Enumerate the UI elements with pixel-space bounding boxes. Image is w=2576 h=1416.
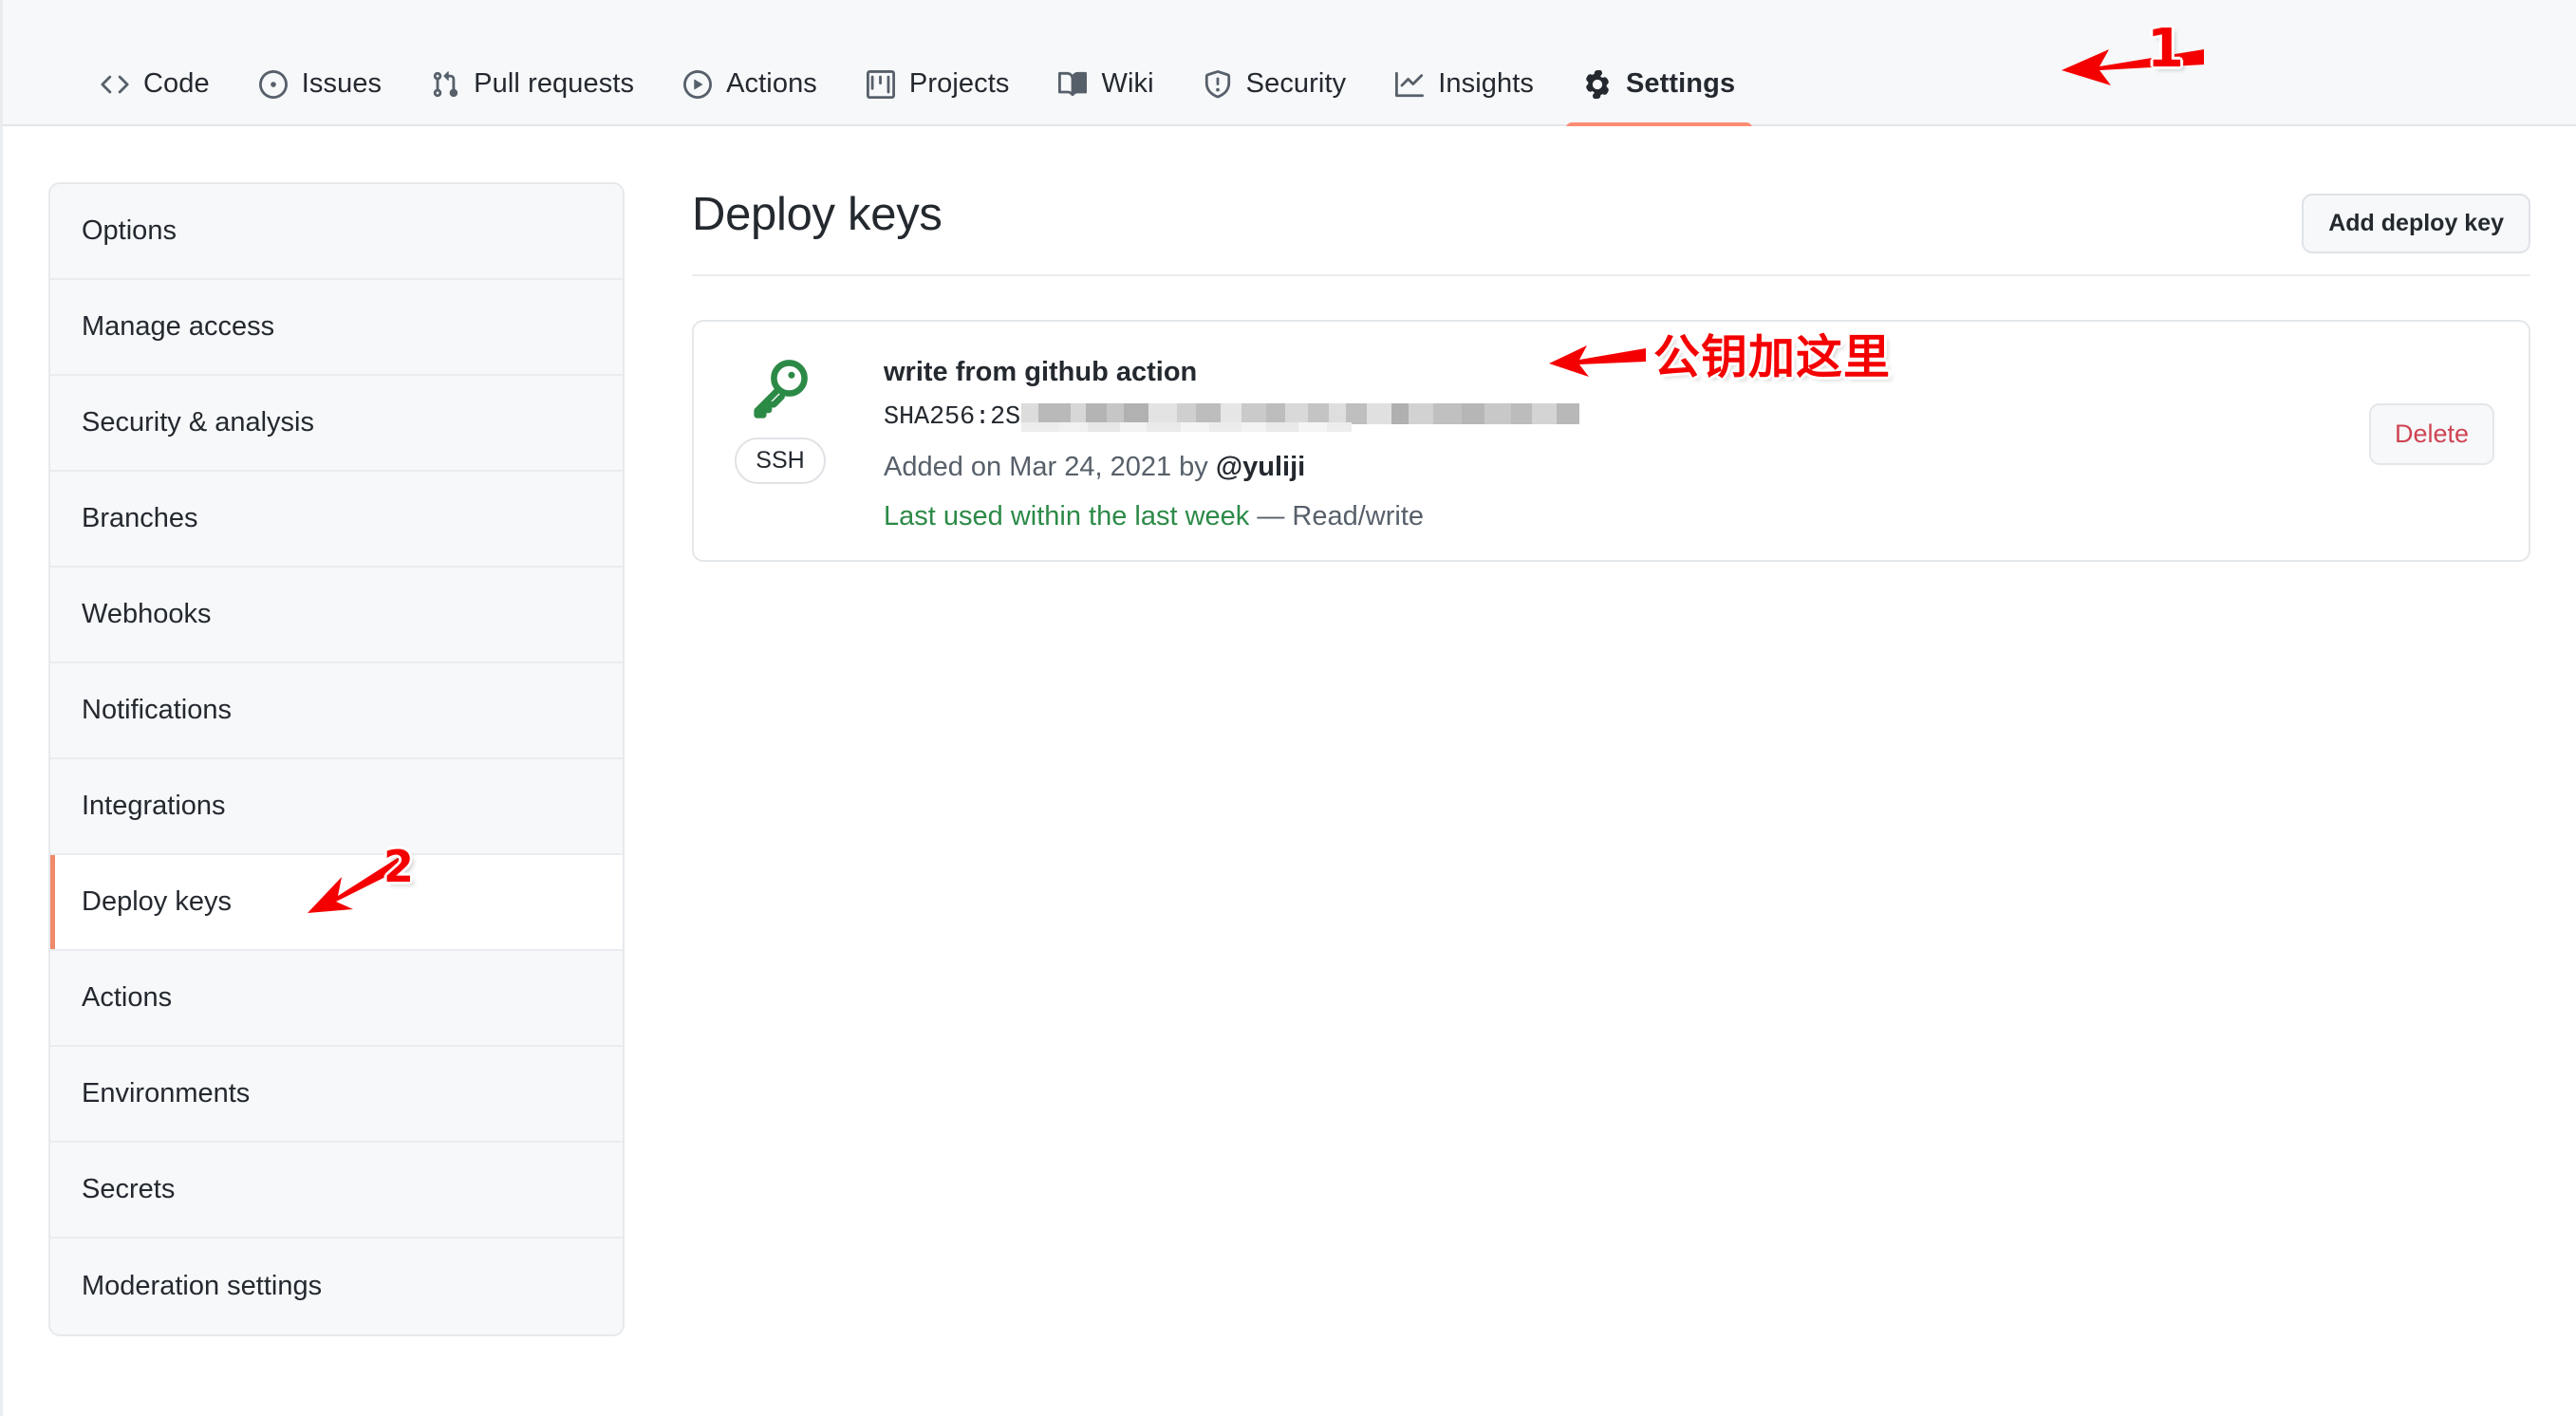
deploy-key-fingerprint-row: SHA256:2S xyxy=(884,400,2244,436)
deploy-key-added-by: @yuliji xyxy=(1215,452,1306,483)
gear-icon xyxy=(1583,69,1612,99)
nav-tab-actions[interactable]: Actions xyxy=(659,42,842,126)
deploy-key-fingerprint-redacted xyxy=(1021,403,1580,433)
annotation-number-1: 1 xyxy=(2147,18,2184,80)
delete-deploy-key-button[interactable]: Delete xyxy=(2368,403,2494,465)
settings-content-area: Options Manage access Security & analysi… xyxy=(3,126,2576,1416)
sidebar-item-webhooks[interactable]: Webhooks xyxy=(50,568,623,663)
issue-opened-icon xyxy=(258,69,288,99)
github-repository-settings-page: Code Issues Pull requests Actions Projec… xyxy=(0,0,2576,1416)
sidebar-item-environments[interactable]: Environments xyxy=(50,1047,623,1143)
book-icon xyxy=(1058,70,1088,99)
nav-tab-label: Issues xyxy=(301,68,383,99)
sidebar-item-label: Options xyxy=(82,215,177,246)
sidebar-item-integrations[interactable]: Integrations xyxy=(50,759,623,855)
nav-tab-projects[interactable]: Projects xyxy=(842,42,1035,126)
deploy-key-usage-meta: Last used within the last week — Read/wr… xyxy=(884,497,2244,536)
deploy-key-type-column: SSH xyxy=(728,356,832,484)
settings-sidebar: Options Manage access Security & analysi… xyxy=(48,182,625,1336)
deploy-key-permission: Read/write xyxy=(1292,500,1425,531)
sidebar-item-label: Security & analysis xyxy=(82,407,314,438)
sidebar-item-manage-access[interactable]: Manage access xyxy=(50,280,623,376)
annotation-arrow-public-key xyxy=(1545,335,1650,382)
nav-tab-insights[interactable]: Insights xyxy=(1371,42,1559,126)
sidebar-item-label: Environments xyxy=(82,1078,251,1109)
nav-tab-label: Security xyxy=(1245,68,1347,99)
page-title: Deploy keys xyxy=(692,189,943,240)
delete-deploy-key-wrapper: Delete xyxy=(2368,403,2494,465)
repository-nav-list: Code Issues Pull requests Actions Projec… xyxy=(76,0,1760,128)
nav-tab-label: Insights xyxy=(1438,68,1534,99)
nav-tab-wiki[interactable]: Wiki xyxy=(1034,42,1178,126)
sidebar-item-label: Actions xyxy=(82,982,173,1013)
add-deploy-key-button[interactable]: Add deploy key xyxy=(2302,194,2530,253)
sidebar-item-actions[interactable]: Actions xyxy=(50,951,623,1047)
deploy-keys-header: Deploy keys Add deploy key xyxy=(692,182,2530,276)
nav-tab-label: Projects xyxy=(908,68,1010,99)
project-board-icon xyxy=(866,69,895,99)
sidebar-item-label: Deploy keys xyxy=(82,886,232,917)
code-icon xyxy=(101,70,129,99)
git-pull-request-icon xyxy=(431,70,459,99)
key-icon xyxy=(749,356,812,419)
annotation-number-2: 2 xyxy=(383,841,415,892)
nav-tab-label: Actions xyxy=(726,68,817,99)
sidebar-item-security-analysis[interactable]: Security & analysis xyxy=(50,376,623,472)
sidebar-item-options[interactable]: Options xyxy=(50,184,623,280)
sidebar-item-label: Moderation settings xyxy=(82,1271,323,1301)
nav-tab-security[interactable]: Security xyxy=(1179,42,1372,126)
nav-tab-label: Code xyxy=(143,68,210,99)
deploy-key-separator: — xyxy=(1249,500,1293,531)
sidebar-item-label: Notifications xyxy=(82,695,232,725)
sidebar-item-secrets[interactable]: Secrets xyxy=(50,1143,623,1239)
nav-tab-issues[interactable]: Issues xyxy=(234,42,406,126)
annotation-arrow-1 xyxy=(2050,36,2212,93)
annotation-public-key-note: 公钥加这里 xyxy=(1653,330,1892,384)
sidebar-item-label: Branches xyxy=(82,503,198,533)
sidebar-item-label: Manage access xyxy=(82,311,275,342)
deploy-key-last-used: Last used within the last week xyxy=(884,500,1250,531)
sidebar-item-notifications[interactable]: Notifications xyxy=(50,663,623,759)
play-icon xyxy=(683,69,713,99)
nav-tab-label: Wiki xyxy=(1101,68,1154,99)
sidebar-item-branches[interactable]: Branches xyxy=(50,472,623,568)
shield-icon xyxy=(1204,69,1232,99)
nav-tab-settings[interactable]: Settings xyxy=(1559,42,1760,128)
deploy-key-fingerprint-prefix: SHA256:2S xyxy=(884,403,1021,433)
sidebar-item-label: Secrets xyxy=(82,1174,176,1204)
deploy-key-added-text: Added on Mar 24, 2021 by xyxy=(884,452,1216,483)
graph-icon xyxy=(1395,70,1425,99)
sidebar-item-label: Webhooks xyxy=(82,599,212,629)
sidebar-item-label: Integrations xyxy=(82,791,226,821)
nav-tab-label: Pull requests xyxy=(474,68,635,99)
deploy-key-added-meta: Added on Mar 24, 2021 by @yuliji xyxy=(884,448,2244,487)
sidebar-item-moderation-settings[interactable]: Moderation settings xyxy=(50,1239,623,1334)
key-type-badge: SSH xyxy=(735,438,826,484)
nav-tab-code[interactable]: Code xyxy=(76,42,234,126)
nav-tab-label: Settings xyxy=(1625,68,1736,99)
nav-tab-pull-requests[interactable]: Pull requests xyxy=(406,42,659,126)
